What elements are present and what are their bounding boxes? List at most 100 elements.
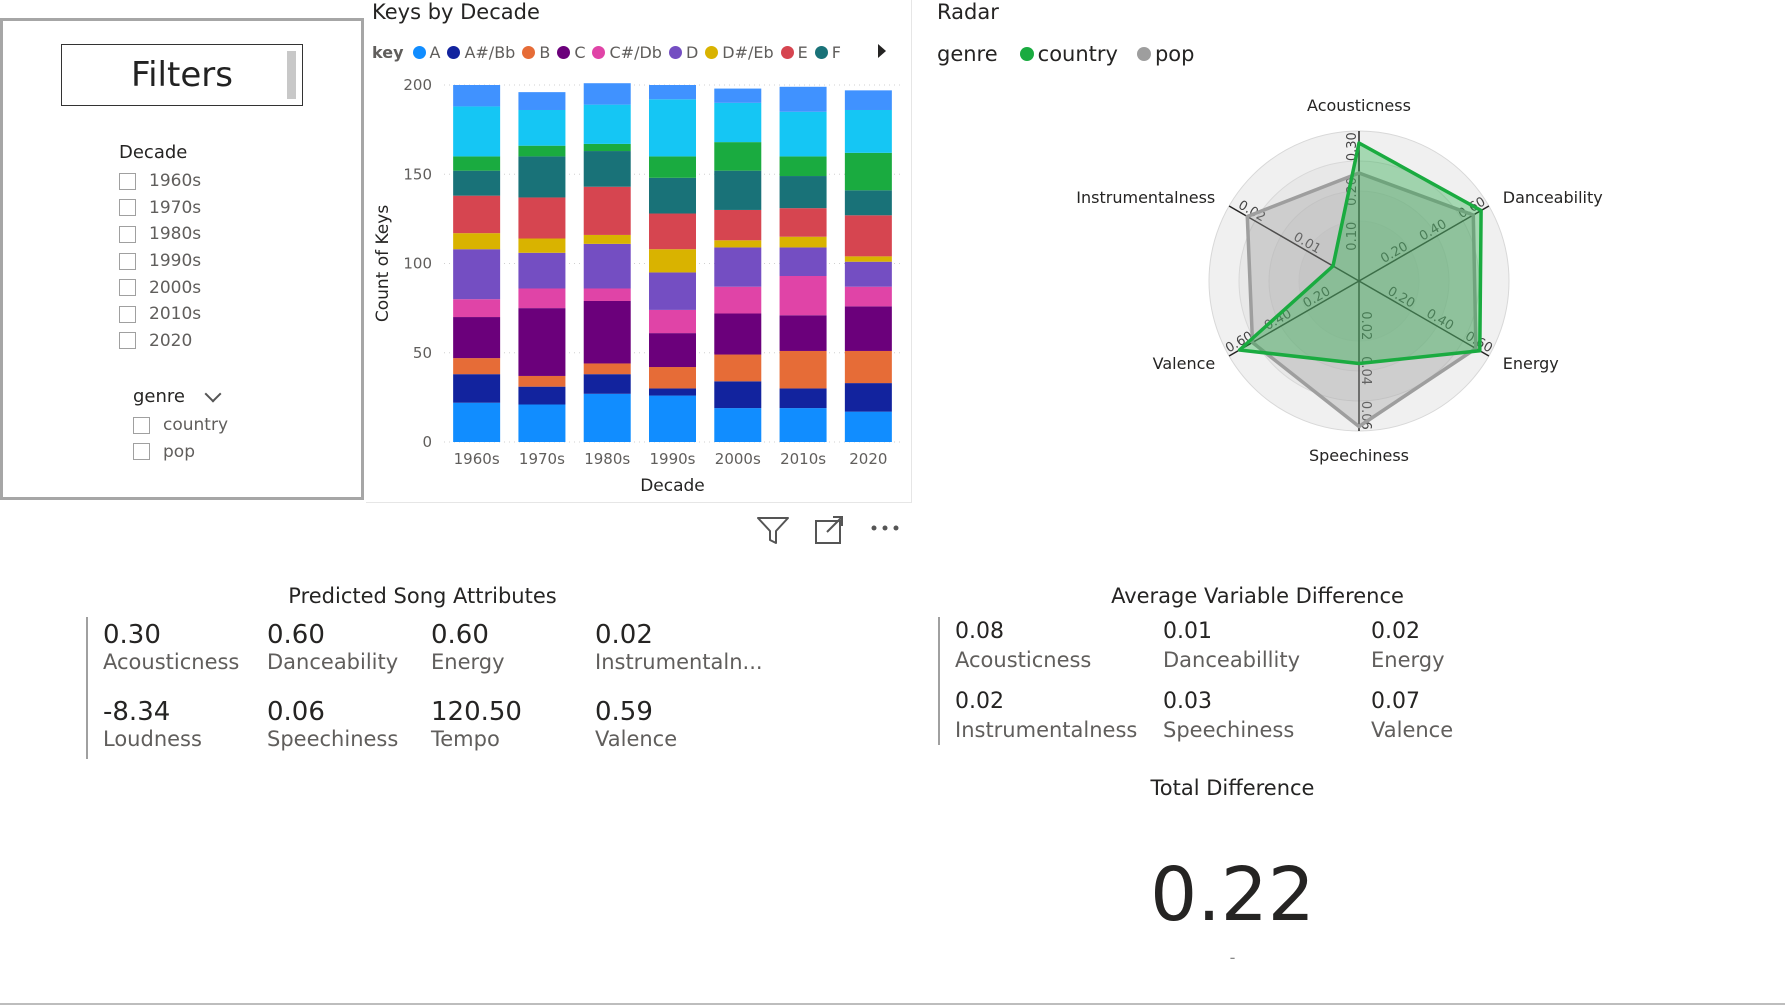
- bar-segment[interactable]: [649, 388, 696, 396]
- bar-segment[interactable]: [518, 145, 566, 157]
- decade-option[interactable]: 2010s: [119, 301, 201, 328]
- bar-segment[interactable]: [649, 249, 696, 273]
- bar-segment[interactable]: [583, 186, 631, 235]
- legend-next-arrow-icon[interactable]: [878, 44, 886, 58]
- checkbox[interactable]: [133, 443, 150, 461]
- checkbox[interactable]: [119, 305, 136, 323]
- genre-slicer-header[interactable]: genre: [133, 385, 222, 407]
- bar-segment[interactable]: [649, 177, 696, 214]
- bar-segment[interactable]: [844, 256, 892, 262]
- bar-segment[interactable]: [453, 317, 501, 359]
- bar-segment[interactable]: [453, 249, 501, 300]
- bar-segment[interactable]: [649, 213, 696, 250]
- legend-item-pop[interactable]: pop: [1136, 42, 1194, 66]
- filter-icon[interactable]: [755, 514, 791, 550]
- bar-segment[interactable]: [779, 275, 827, 316]
- bar-segment[interactable]: [844, 306, 892, 351]
- bar-segment[interactable]: [583, 288, 631, 301]
- decade-option[interactable]: 1960s: [119, 168, 201, 195]
- bar-segment[interactable]: [844, 215, 892, 257]
- bar-segment[interactable]: [583, 234, 631, 244]
- bar-segment[interactable]: [844, 261, 892, 287]
- bar-segment[interactable]: [714, 408, 762, 442]
- bar-segment[interactable]: [453, 299, 501, 318]
- bar-segment[interactable]: [583, 151, 631, 187]
- bar-segment[interactable]: [453, 170, 501, 196]
- bar-segment[interactable]: [714, 286, 762, 314]
- bar-segment[interactable]: [518, 252, 566, 289]
- bar-segment[interactable]: [779, 86, 827, 112]
- filters-scrollbar[interactable]: [287, 51, 296, 99]
- bar-segment[interactable]: [779, 408, 827, 442]
- more-options-icon[interactable]: [866, 514, 906, 548]
- bar-segment[interactable]: [844, 383, 892, 412]
- checkbox[interactable]: [119, 172, 136, 190]
- bar-segment[interactable]: [714, 88, 762, 103]
- decade-option[interactable]: 1990s: [119, 248, 201, 275]
- bar-segment[interactable]: [779, 111, 827, 157]
- bar-segment[interactable]: [844, 90, 892, 110]
- bar-segment[interactable]: [779, 247, 827, 276]
- bar-segment[interactable]: [844, 411, 892, 442]
- bar-segment[interactable]: [453, 374, 501, 403]
- bar-segment[interactable]: [779, 236, 827, 248]
- bar-segment[interactable]: [714, 354, 762, 382]
- bar-segment[interactable]: [844, 190, 892, 216]
- bar-segment[interactable]: [649, 395, 696, 442]
- checkbox[interactable]: [119, 199, 136, 217]
- bar-segment[interactable]: [714, 102, 762, 143]
- bar-segment[interactable]: [583, 300, 631, 364]
- bar-segment[interactable]: [453, 195, 501, 234]
- focus-mode-icon[interactable]: [813, 514, 845, 550]
- bar-segment[interactable]: [518, 308, 566, 376]
- bar-segment[interactable]: [518, 109, 566, 146]
- checkbox[interactable]: [119, 279, 136, 297]
- bar-segment[interactable]: [714, 240, 762, 248]
- bar-segment[interactable]: [844, 286, 892, 307]
- legend-item-country[interactable]: country: [1019, 42, 1118, 66]
- bar-segment[interactable]: [518, 375, 566, 387]
- decade-option[interactable]: 2000s: [119, 274, 201, 301]
- bar-segment[interactable]: [518, 386, 566, 405]
- bar-segment[interactable]: [714, 209, 762, 241]
- genre-option[interactable]: pop: [133, 439, 228, 466]
- bar-segment[interactable]: [583, 143, 631, 152]
- bar-segment[interactable]: [649, 99, 696, 157]
- bar-segment[interactable]: [518, 238, 566, 253]
- bar-segment[interactable]: [649, 333, 696, 368]
- bar-segment[interactable]: [453, 402, 501, 442]
- bar-segment[interactable]: [518, 404, 566, 442]
- bar-segment[interactable]: [518, 288, 566, 309]
- bar-segment[interactable]: [714, 313, 762, 355]
- chevron-down-icon[interactable]: [204, 385, 222, 402]
- bar-segment[interactable]: [583, 363, 631, 375]
- bar-segment[interactable]: [649, 367, 696, 389]
- checkbox[interactable]: [119, 225, 136, 243]
- decade-option[interactable]: 1970s: [119, 195, 201, 222]
- bar-segment[interactable]: [844, 109, 892, 153]
- checkbox[interactable]: [119, 332, 136, 350]
- bar-segment[interactable]: [714, 381, 762, 409]
- bar-segment[interactable]: [714, 170, 762, 210]
- bar-segment[interactable]: [453, 233, 501, 250]
- decade-option[interactable]: 2020: [119, 328, 201, 355]
- bar-segment[interactable]: [453, 156, 501, 171]
- bar-segment[interactable]: [844, 152, 892, 191]
- bar-segment[interactable]: [649, 85, 696, 100]
- bar-segment[interactable]: [779, 350, 827, 389]
- bar-segment[interactable]: [583, 393, 631, 442]
- bar-segment[interactable]: [453, 85, 501, 107]
- bar-segment[interactable]: [583, 104, 631, 144]
- bar-segment[interactable]: [583, 374, 631, 394]
- bar-segment[interactable]: [714, 142, 762, 171]
- bar-segment[interactable]: [779, 176, 827, 209]
- bar-segment[interactable]: [779, 208, 827, 237]
- decade-option[interactable]: 1980s: [119, 221, 201, 248]
- bar-segment[interactable]: [844, 350, 892, 384]
- genre-option[interactable]: country: [133, 412, 228, 439]
- bar-segment[interactable]: [779, 156, 827, 177]
- bar-segment[interactable]: [714, 247, 762, 287]
- bar-segment[interactable]: [779, 315, 827, 351]
- checkbox[interactable]: [133, 416, 150, 434]
- bar-segment[interactable]: [518, 197, 566, 239]
